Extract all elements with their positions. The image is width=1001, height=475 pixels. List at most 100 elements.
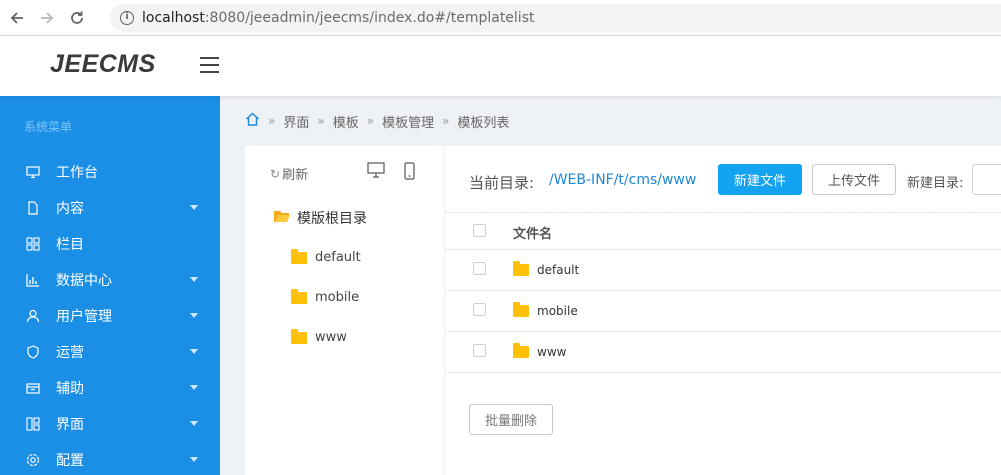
- layout-icon: [26, 417, 40, 431]
- tree-item-mobile[interactable]: mobile: [291, 288, 360, 305]
- file-name-cell[interactable]: mobile: [513, 302, 578, 318]
- table-row: www: [445, 332, 1001, 373]
- tree-item-label: www: [315, 330, 347, 345]
- app-header: JEECMS: [0, 36, 1001, 96]
- caret-down-icon: [190, 457, 198, 462]
- breadcrumb-item[interactable]: 模板管理: [382, 112, 434, 131]
- shield-icon: [26, 345, 40, 359]
- sidebar-item-user-management[interactable]: 用户管理: [0, 298, 220, 334]
- folder-icon: [513, 343, 529, 358]
- new-dir-label: 新建目录:: [907, 176, 964, 191]
- caret-down-icon: [190, 313, 198, 318]
- breadcrumb-separator-icon: »: [268, 114, 276, 128]
- sidebar-item-label: 界面: [56, 417, 84, 433]
- file-name-cell[interactable]: www: [513, 343, 567, 359]
- box-icon: [26, 381, 40, 395]
- sidebar-item-label: 工作台: [56, 165, 98, 181]
- tree-item-www[interactable]: www: [291, 328, 347, 345]
- file-name: www: [537, 345, 567, 359]
- tree-item-default[interactable]: default: [291, 248, 361, 265]
- document-icon: [26, 201, 40, 215]
- select-all-checkbox[interactable]: [473, 224, 486, 237]
- new-file-button[interactable]: 新建文件: [718, 164, 802, 195]
- tree-root-item[interactable]: 模版根目录: [273, 208, 367, 228]
- folder-open-icon: [273, 209, 291, 227]
- user-icon: [26, 309, 40, 323]
- sidebar-item-workbench[interactable]: 工作台: [0, 154, 220, 190]
- breadcrumb: » 界面 » 模板 » 模板管理 » 模板列表: [245, 112, 510, 131]
- sidebar-item-columns[interactable]: 栏目: [0, 226, 220, 262]
- grid-icon: [26, 237, 40, 251]
- menu-toggle-icon[interactable]: [200, 57, 219, 75]
- sidebar-item-label: 用户管理: [56, 309, 112, 325]
- mobile-icon[interactable]: [404, 162, 415, 184]
- caret-down-icon: [190, 349, 198, 354]
- breadcrumb-item-current: 模板列表: [457, 115, 510, 131]
- row-checkbox[interactable]: [473, 303, 486, 316]
- refresh-label: 刷新: [282, 168, 309, 183]
- back-arrow-icon[interactable]: [4, 5, 30, 31]
- table-row: mobile: [445, 291, 1001, 332]
- template-tree-panel: ↻ 刷新 模版根目录 default mobile www: [245, 146, 444, 475]
- sidebar-item-label: 内容: [56, 201, 84, 217]
- file-list-panel: 当前目录: /WEB-INF/t/cms/www 新建文件 上传文件 新建目录:…: [445, 146, 1001, 475]
- folder-icon: [291, 288, 307, 304]
- caret-down-icon: [190, 205, 198, 210]
- gear-icon: [26, 453, 40, 467]
- folder-icon: [513, 261, 529, 276]
- sidebar: 系统菜单 工作台 内容 栏目 数据中心 用户管理 运营 辅助 界面 配置: [0, 96, 220, 475]
- address-bar[interactable]: i localhost:8080/jeeadmin/jeecms/index.d…: [110, 4, 1001, 32]
- row-checkbox[interactable]: [473, 344, 486, 357]
- new-dir-input[interactable]: [972, 164, 1001, 195]
- logo: JEECMS: [50, 50, 156, 78]
- home-icon[interactable]: [245, 112, 260, 130]
- sidebar-item-label: 运营: [56, 345, 84, 361]
- sidebar-item-config[interactable]: 配置: [0, 442, 220, 475]
- breadcrumb-item[interactable]: 界面: [283, 112, 309, 131]
- monitor-icon: [26, 165, 40, 179]
- url-host: localhost: [142, 10, 205, 26]
- sidebar-item-data-center[interactable]: 数据中心: [0, 262, 220, 298]
- sidebar-item-operations[interactable]: 运营: [0, 334, 220, 370]
- breadcrumb-separator-icon: »: [366, 114, 375, 128]
- browser-toolbar: i localhost:8080/jeeadmin/jeecms/index.d…: [0, 0, 1001, 36]
- breadcrumb-item[interactable]: 模板: [333, 112, 359, 131]
- tree-item-label: mobile: [315, 290, 360, 305]
- breadcrumb-separator-icon: »: [317, 114, 325, 128]
- current-dir-label: 当前目录:: [469, 174, 535, 192]
- file-name-cell[interactable]: default: [513, 261, 580, 277]
- sidebar-item-label: 数据中心: [56, 273, 112, 289]
- refresh-icon: ↻: [270, 166, 281, 181]
- caret-down-icon: [190, 421, 198, 426]
- caret-down-icon: [190, 277, 198, 282]
- desktop-icon[interactable]: [367, 162, 385, 182]
- refresh-button[interactable]: ↻ 刷新: [270, 164, 309, 184]
- folder-icon: [513, 302, 529, 317]
- upload-file-button[interactable]: 上传文件: [812, 164, 896, 195]
- file-name: mobile: [537, 304, 578, 318]
- table-header: 文件名: [445, 212, 1001, 250]
- column-header-filename: 文件名: [513, 227, 553, 242]
- tree-item-label: default: [315, 250, 361, 265]
- sidebar-item-label: 栏目: [56, 237, 84, 253]
- sidebar-item-label: 辅助: [56, 381, 84, 397]
- sidebar-item-content[interactable]: 内容: [0, 190, 220, 226]
- batch-delete-button[interactable]: 批量删除: [469, 404, 553, 435]
- sidebar-item-label: 配置: [56, 453, 84, 469]
- reload-icon[interactable]: [64, 5, 90, 31]
- sidebar-item-interface[interactable]: 界面: [0, 406, 220, 442]
- tree-root-label: 模版根目录: [297, 211, 367, 227]
- folder-icon: [291, 328, 307, 344]
- caret-down-icon: [190, 385, 198, 390]
- info-icon[interactable]: i: [120, 11, 134, 25]
- folder-icon: [291, 248, 307, 264]
- sidebar-item-auxiliary[interactable]: 辅助: [0, 370, 220, 406]
- table-row: default: [445, 250, 1001, 291]
- url-path: :8080/jeeadmin/jeecms/index.do#/template…: [204, 10, 535, 26]
- row-checkbox[interactable]: [473, 262, 486, 275]
- sidebar-title: 系统菜单: [24, 120, 73, 134]
- current-dir-path: /WEB-INF/t/cms/www: [549, 172, 697, 188]
- forward-arrow-icon[interactable]: [34, 5, 60, 31]
- breadcrumb-separator-icon: »: [442, 114, 450, 128]
- file-name: default: [537, 263, 580, 277]
